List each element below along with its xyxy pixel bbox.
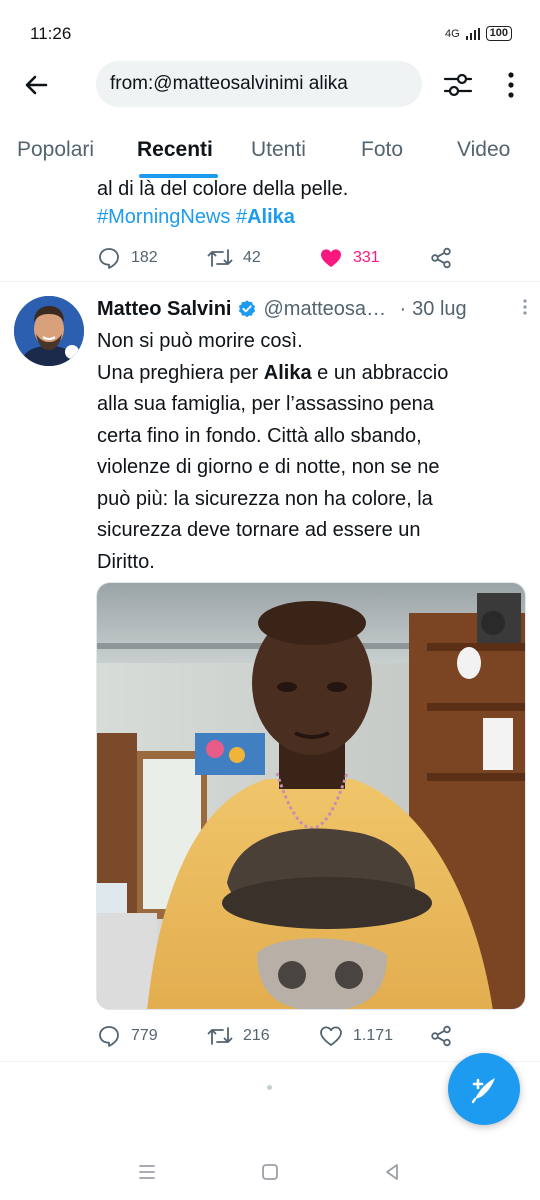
reply-icon [99, 1026, 119, 1047]
retweet-button[interactable]: 42 [207, 246, 261, 270]
search-top-bar: from:@matteosalvinimi alika [0, 58, 540, 112]
system-navigation-bar [0, 1144, 540, 1200]
hashtag-link[interactable]: #MorningNews [97, 206, 230, 228]
like-count: 331 [353, 249, 380, 266]
tweet-actions: 779 216 1.171 [97, 1024, 477, 1050]
partial-tweet-actions: 182 42 331 [97, 246, 477, 272]
hashtag-bold-text: Alika [247, 206, 295, 228]
recent-apps-button[interactable] [135, 1160, 159, 1184]
compose-icon [471, 1078, 495, 1104]
back-arrow-icon [25, 75, 48, 95]
loading-indicator [267, 1085, 272, 1090]
battery-icon: 100 [485, 26, 512, 41]
share-icon [431, 247, 451, 269]
more-vertical-icon [523, 299, 527, 315]
home-button[interactable] [258, 1160, 282, 1184]
retweet-icon [207, 1027, 233, 1045]
tab-recenti[interactable]: Recenti [137, 138, 213, 162]
tweet-text-line: Una preghiera per Alika e un abbraccio [97, 358, 517, 390]
tweet-text-line: Non si può morire così. [97, 330, 303, 352]
reply-count: 182 [131, 249, 158, 266]
hashtag-prefix: # [235, 206, 248, 228]
avatar-image [14, 296, 84, 366]
tab-utenti[interactable]: Utenti [251, 138, 306, 162]
tweet-text-line: può più: la sicurezza non ha colore, la [97, 487, 433, 510]
partial-tweet-hashtags: #MorningNews #Alika [97, 202, 295, 232]
overflow-menu-button[interactable] [500, 68, 522, 102]
like-count: 1.171 [353, 1027, 394, 1044]
home-square-icon [262, 1164, 278, 1180]
text-segment: e un abbraccio [311, 361, 449, 384]
back-button[interactable] [20, 69, 52, 101]
compose-tweet-button[interactable] [448, 1053, 520, 1125]
system-back-button[interactable] [380, 1160, 404, 1184]
tweet-date[interactable]: 30 lug [412, 298, 467, 321]
tab-popolari[interactable]: Popolari [17, 138, 94, 162]
tweet-header: Matteo Salvini @matteosalvinimi · 30 lug [97, 294, 527, 324]
more-vertical-icon [508, 72, 514, 98]
network-indicator: 4G [444, 27, 460, 40]
avatar[interactable] [14, 296, 84, 366]
menu-lines-icon [139, 1165, 155, 1179]
status-icons: 4G 100 [445, 26, 512, 41]
retweet-button[interactable]: 216 [207, 1024, 270, 1048]
tab-foto[interactable]: Foto [361, 138, 403, 162]
tweet[interactable]: Matteo Salvini @matteosalvinimi · 30 lug… [0, 282, 540, 1062]
reply-icon [99, 248, 119, 269]
tweet-text-line: alla sua famiglia, per l’assassino pena [97, 393, 434, 415]
author-name[interactable]: Matteo Salvini [97, 298, 231, 321]
back-triangle-icon [386, 1164, 398, 1180]
photo-image [97, 583, 525, 1009]
share-button[interactable] [429, 1024, 453, 1048]
tweet-text-line: violenze di giorno e di notte, non se ne [97, 456, 440, 478]
like-button[interactable]: 331 [319, 246, 380, 270]
partial-tweet-text: al di là del colore della pelle. [97, 178, 349, 200]
signal-icon [465, 27, 480, 40]
filter-icon [443, 73, 473, 97]
tweet-photo[interactable] [96, 582, 526, 1010]
reply-button[interactable]: 779 [97, 1024, 158, 1048]
reply-count: 779 [131, 1027, 158, 1044]
heart-icon [320, 1026, 342, 1046]
tweet-menu-button[interactable] [522, 298, 528, 316]
like-button[interactable]: 1.171 [319, 1024, 393, 1048]
heart-filled-icon [321, 249, 341, 267]
share-icon [431, 1025, 451, 1047]
verified-badge-icon [239, 300, 256, 318]
share-button[interactable] [429, 246, 453, 270]
tweet-text: Non si può morire così. Una preghiera pe… [97, 326, 517, 578]
status-bar: 11:26 4G 100 [0, 0, 540, 60]
reply-button[interactable]: 182 [97, 246, 158, 270]
search-filter-button[interactable] [441, 68, 475, 102]
tweet-text-line: sicurezza deve tornare ad essere un [97, 519, 421, 541]
search-input[interactable]: from:@matteosalvinimi alika [96, 61, 422, 107]
tweet-text-line: Diritto. [97, 550, 155, 573]
tweet-text-line: certa fino in fondo. Città allo sbando, [97, 424, 422, 447]
partial-tweet[interactable]: al di là del colore della pelle. #Mornin… [0, 170, 540, 280]
status-time: 11:26 [30, 24, 72, 43]
separator-dot: · [399, 297, 407, 320]
author-handle[interactable]: @matteosalvinimi [263, 298, 387, 321]
retweet-count: 216 [243, 1027, 270, 1044]
highlighted-term: Alika [263, 361, 312, 384]
hashtag-link-alika[interactable]: #Alika [236, 206, 295, 228]
retweet-count: 42 [243, 249, 261, 266]
tab-video[interactable]: Video [457, 138, 510, 162]
text-segment: Una preghiera per [97, 361, 264, 384]
retweet-icon [207, 249, 233, 267]
